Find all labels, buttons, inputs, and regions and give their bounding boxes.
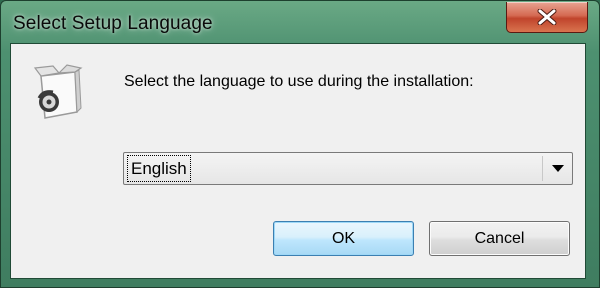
setup-language-window: Select Setup Language Select the languag… bbox=[0, 0, 600, 288]
ok-button[interactable]: OK bbox=[273, 221, 414, 256]
close-x-icon bbox=[537, 9, 557, 25]
dropdown-arrow-button[interactable] bbox=[543, 153, 572, 184]
close-button[interactable] bbox=[506, 2, 588, 33]
chevron-down-icon bbox=[551, 164, 564, 172]
language-select-value: English bbox=[127, 155, 191, 182]
dialog-body: Select the language to use during the in… bbox=[10, 43, 586, 279]
setup-box-icon bbox=[33, 64, 83, 119]
language-prompt: Select the language to use during the in… bbox=[124, 73, 474, 90]
cancel-button[interactable]: Cancel bbox=[429, 221, 570, 256]
language-select[interactable]: English bbox=[123, 152, 573, 185]
window-title: Select Setup Language bbox=[13, 13, 213, 34]
